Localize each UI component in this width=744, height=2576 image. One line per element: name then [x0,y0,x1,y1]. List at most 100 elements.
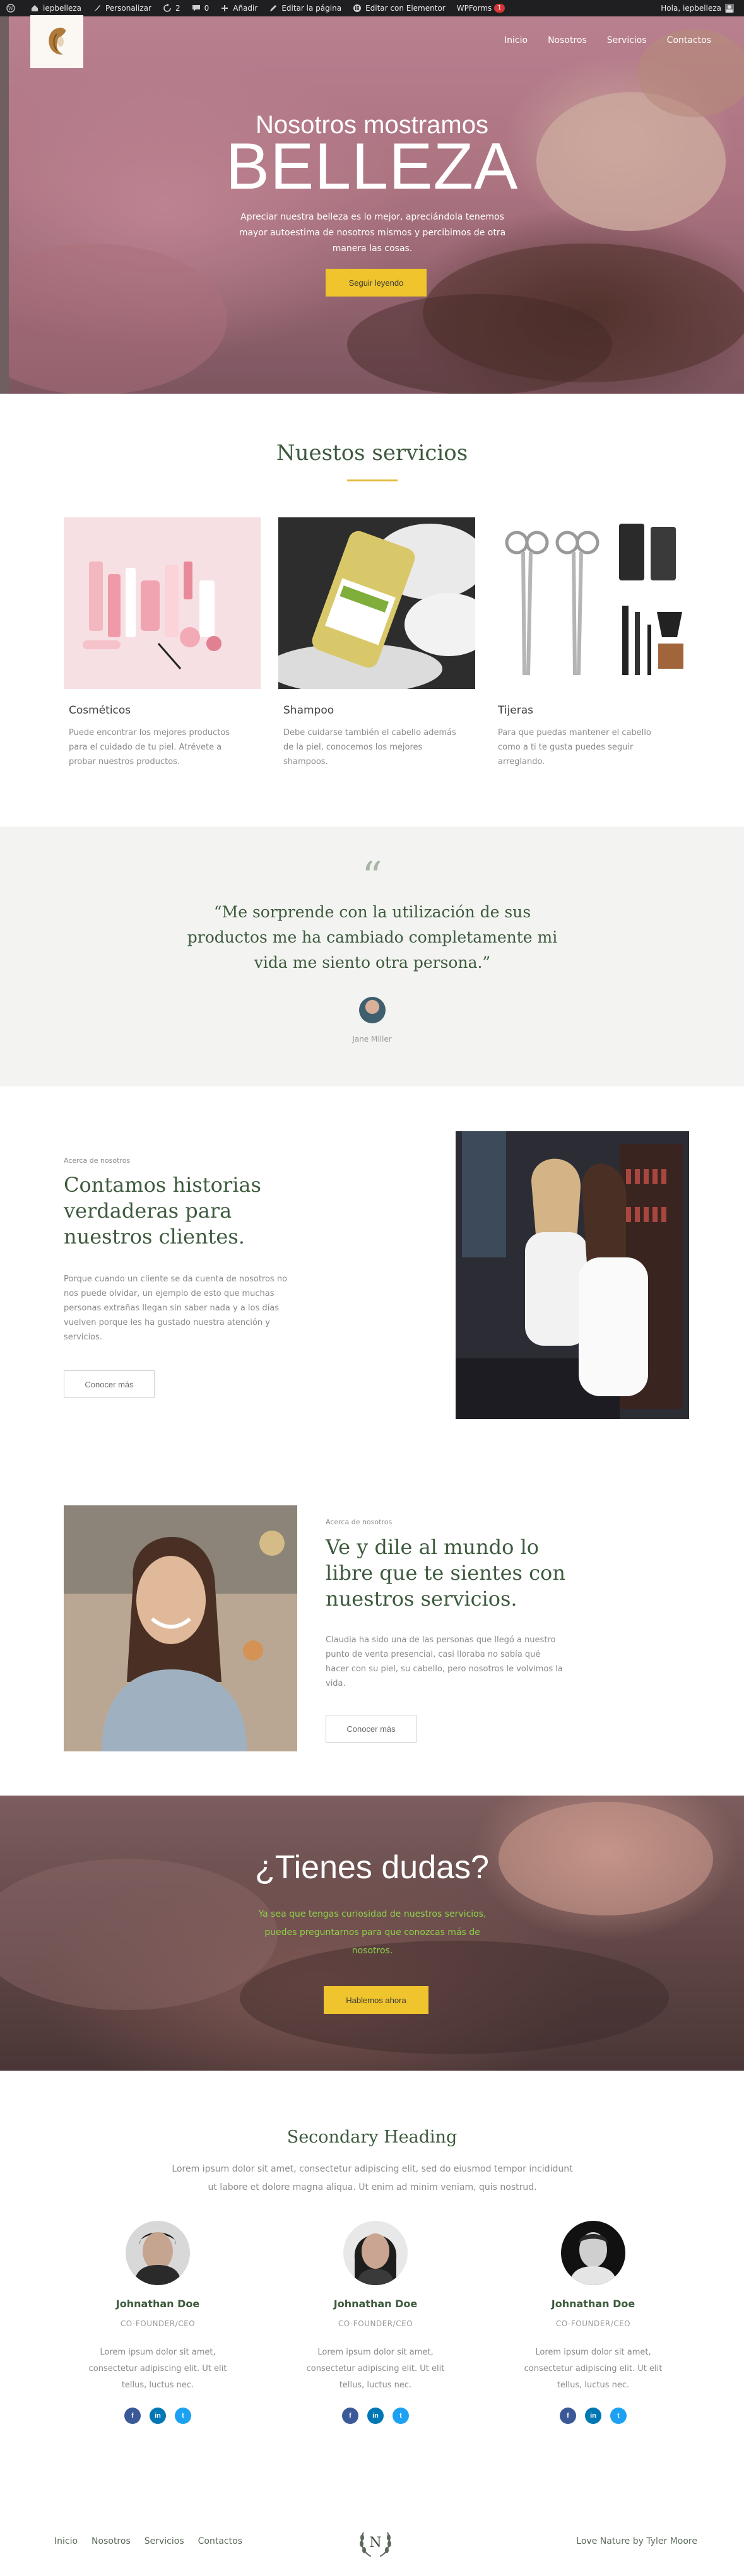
footer-credit: Love Nature by Tyler Moore [576,2536,697,2546]
linkedin-icon[interactable]: in [367,2408,384,2424]
footer-logo[interactable]: N [357,2527,394,2560]
facebook-icon[interactable]: f [342,2408,358,2424]
admin-site-link[interactable]: iepbelleza [30,4,81,13]
testimonial-quote: “Me sorprende con la utilización de sus … [187,903,558,972]
team-member-name-3: Johnathan Doe [551,2298,635,2310]
elementor-icon [353,4,362,13]
brush-icon [93,4,102,13]
about2-more-button[interactable]: Conocer más [326,1715,416,1743]
twitter-icon[interactable]: t [175,2408,191,2424]
about1-text: Porque cuando un cliente se da cuenta de… [64,1274,288,1342]
about1-heading: Contamos historias verdaderas para nuest… [64,1173,261,1249]
admin-elementor-link[interactable]: Editar con Elementor [353,4,446,13]
admin-elementor-label: Editar con Elementor [365,4,446,13]
team-avatar-2 [343,2221,408,2285]
team-member-text-2: Lorem ipsum dolor sit amet, consectetur … [306,2348,445,2390]
testimonial-author: Jane Miller [352,1035,392,1044]
admin-edit-page-label: Editar la página [281,4,342,13]
service-text-cosmeticos: Puede encontrar los mejores productos pa… [69,728,230,767]
twitter-icon[interactable]: t [610,2408,627,2424]
wordpress-logo[interactable]: W [6,4,19,13]
pencil-icon [269,4,278,13]
admin-updates-link[interactable]: 2 [163,4,180,13]
footer-nav-contactos[interactable]: Contactos [198,2536,242,2546]
service-title-tijeras: Tijeras [498,704,534,717]
facebook-icon[interactable]: f [560,2408,576,2424]
hero-section [0,16,744,394]
team-member-socials-3: f in t [511,2408,675,2424]
admin-new-link[interactable]: Añadir [220,4,257,13]
main-nav: Inicio Nosotros Servicios Contactos [504,35,711,45]
admin-bar: W iepbelleza Personalizar 2 0 Añadir Edi… [0,0,744,16]
services-heading: Nuestos servicios [276,440,468,466]
service-title-shampoo: Shampoo [283,704,334,717]
team-member-name-2: Johnathan Doe [333,2298,418,2310]
wpforms-badge: 1 [494,4,505,13]
team-member-role-3: CO-FOUNDER/CEO [555,2319,631,2328]
facebook-icon[interactable]: f [124,2408,141,2424]
admin-customize-link[interactable]: Personalizar [93,4,151,13]
team-subtitle: Lorem ipsum dolor sit amet, consectetur … [172,2164,573,2192]
hero-left-strip [0,16,9,394]
service-image-cosmetics [64,517,261,689]
team-member-name-1: Johnathan Doe [115,2298,200,2310]
team-avatar-1 [126,2221,190,2285]
service-title-cosmeticos: Cosméticos [69,704,131,717]
user-avatar-icon [725,4,734,13]
wordpress-icon: W [6,4,15,13]
nav-item-servicios[interactable]: Servicios [607,35,647,45]
team-avatar-3 [561,2221,625,2285]
cta-title: ¿Tienes dudas? [255,1849,489,1886]
about1-eyebrow: Acerca de nosotros [64,1156,131,1165]
linkedin-icon[interactable]: in [150,2408,166,2424]
about1-photo [456,1131,689,1419]
cta-talk-button[interactable]: Hablemos ahora [324,1986,428,2014]
site-logo[interactable] [30,15,83,68]
team-member-socials-1: f in t [76,2408,240,2424]
home-icon [30,4,39,13]
services-divider [347,479,398,481]
team-heading: Secondary Heading [286,2127,458,2147]
admin-comments-count: 0 [204,4,210,13]
service-image-shampoo [278,517,475,689]
admin-wpforms-link[interactable]: WPForms 1 [457,4,505,13]
admin-site-name: iepbelleza [43,4,82,13]
comment-icon [192,4,201,13]
admin-edit-page-link[interactable]: Editar la página [269,4,341,13]
footer-logo-letter: N [369,2535,382,2551]
footer-nav-nosotros[interactable]: Nosotros [92,2536,131,2546]
testimonial-avatar [359,997,386,1023]
plus-icon [220,4,229,13]
about2-photo [64,1505,297,1751]
admin-customize-label: Personalizar [105,4,151,13]
cta-text: Ya sea que tengas curiosidad de nuestros… [258,1909,487,1956]
hair-logo-icon [49,27,66,55]
hero-title-big: BELLEZA [225,130,519,203]
about2-text: Claudia ha sido una de las personas que … [326,1635,563,1688]
about2-eyebrow: Acerca de nosotros [326,1518,393,1526]
footer-nav-inicio[interactable]: Inicio [54,2536,78,2546]
admin-comments-link[interactable]: 0 [192,4,210,13]
refresh-icon [163,4,172,13]
team-member-text-1: Lorem ipsum dolor sit amet, consectetur … [88,2348,227,2390]
twitter-icon[interactable]: t [393,2408,409,2424]
service-image-scissors [493,517,690,689]
svg-text:W: W [8,6,14,11]
footer-nav-servicios[interactable]: Servicios [145,2536,184,2546]
quote-icon: “ [362,854,382,900]
admin-updates-count: 2 [175,4,180,13]
service-text-shampoo: Debe cuidarse también el cabello además … [283,728,456,767]
about2-heading: Ve y dile al mundo lo libre que te sient… [326,1535,565,1611]
nav-item-contactos[interactable]: Contactos [667,35,711,45]
about1-more-button[interactable]: Conocer más [64,1370,155,1398]
admin-account-link[interactable]: Hola, iepbelleza [661,4,734,13]
team-member-text-3: Lorem ipsum dolor sit amet, consectetur … [524,2348,663,2390]
nav-item-nosotros[interactable]: Nosotros [548,35,587,45]
admin-wpforms-label: WPForms [456,4,492,13]
team-member-role-1: CO-FOUNDER/CEO [120,2319,196,2328]
hero-read-more-button[interactable]: Seguir leyendo [326,269,427,297]
linkedin-icon[interactable]: in [585,2408,601,2424]
team-member-socials-2: f in t [293,2408,458,2424]
hero-text: Apreciar nuestra belleza es lo mejor, ap… [239,212,506,254]
nav-item-inicio[interactable]: Inicio [504,35,528,45]
